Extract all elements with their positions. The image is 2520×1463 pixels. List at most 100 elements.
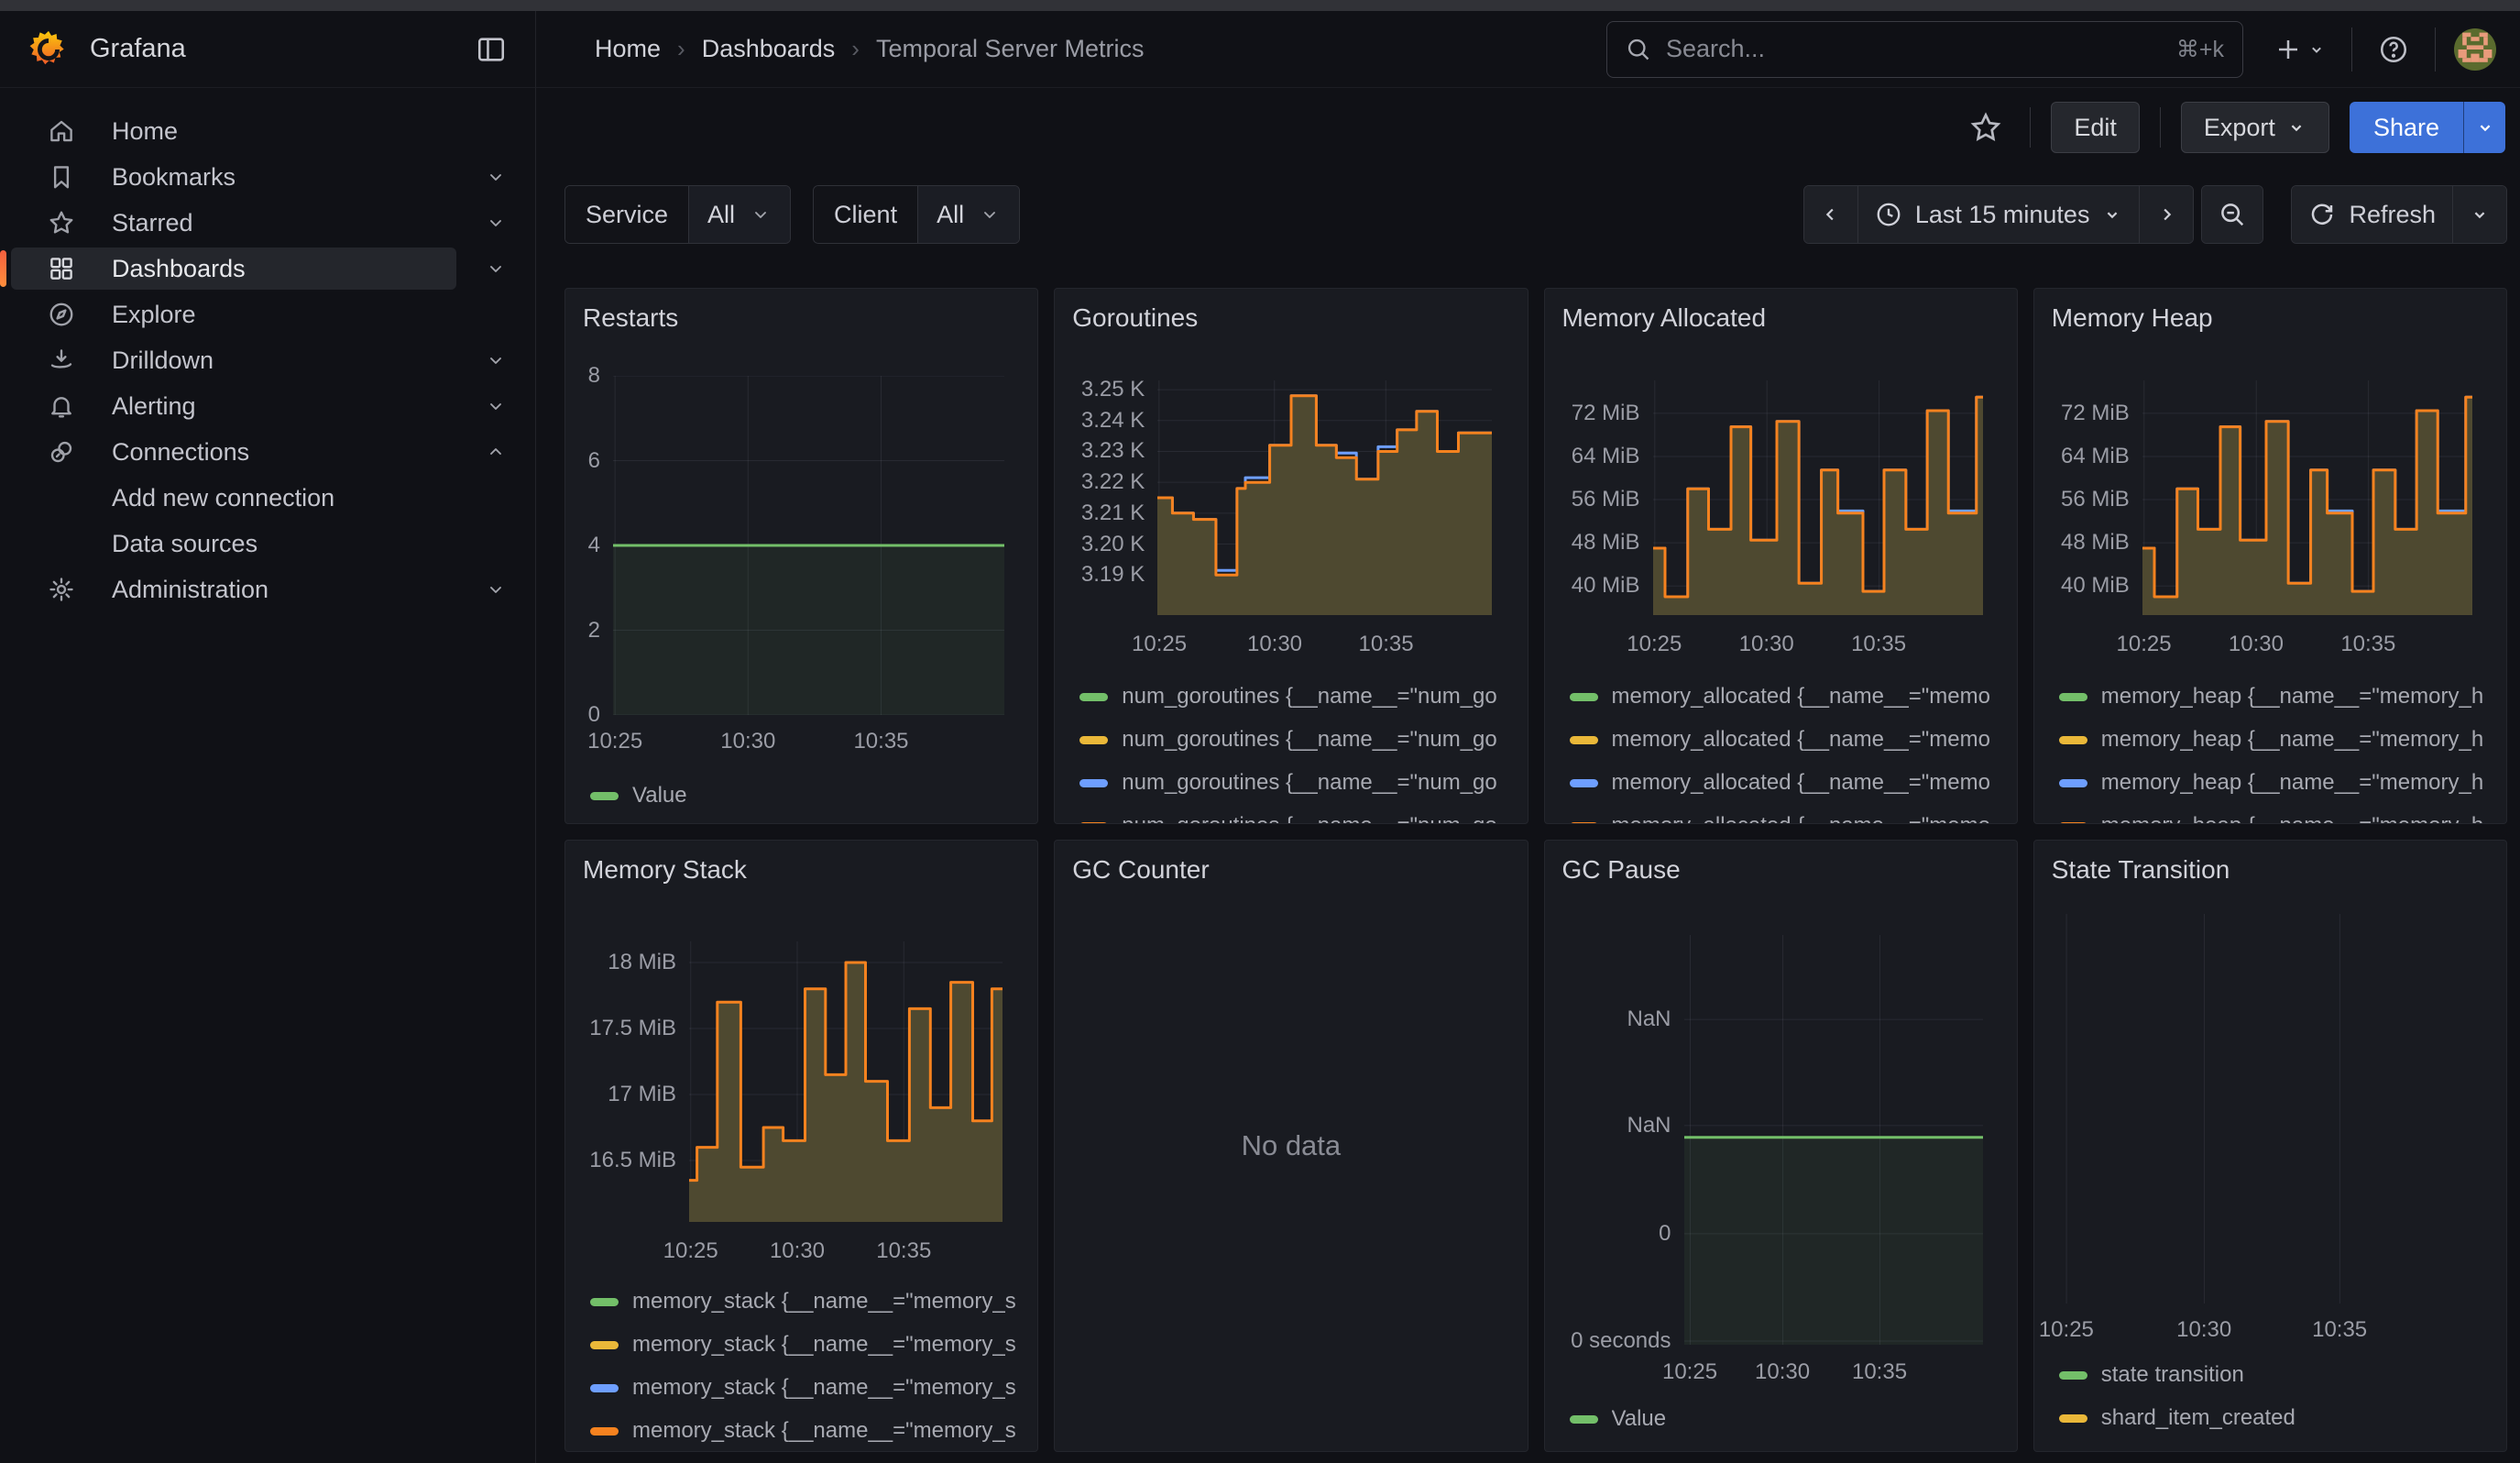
panel-title[interactable]: GC Pause: [1562, 855, 1681, 885]
legend-swatch: [590, 1341, 619, 1349]
legend-item[interactable]: shard_item_created: [2059, 1404, 2497, 1432]
dashboard-actions-row: Edit Export Share: [536, 88, 2520, 167]
apps-icon: [11, 255, 112, 282]
brand-name: Grafana: [90, 34, 471, 64]
breadcrumb-item[interactable]: Home: [595, 35, 661, 63]
export-button[interactable]: Export: [2181, 102, 2329, 153]
grafana-logo-icon[interactable]: [27, 28, 70, 71]
dock-sidebar-icon[interactable]: [471, 29, 511, 70]
add-new-button[interactable]: [2267, 26, 2333, 73]
panel-title[interactable]: Goroutines: [1072, 303, 1198, 333]
legend-label: memory_stack {__name__="memory_s: [632, 1332, 1016, 1358]
legend-swatch: [590, 792, 619, 800]
legend-label: memory_heap {__name__="memory_h: [2101, 727, 2483, 753]
legend-item[interactable]: num_goroutines {__name__="num_go: [1079, 726, 1517, 754]
x-axis-tick: 10:35: [853, 1238, 954, 1264]
sidebar-item-starred[interactable]: Starred: [11, 202, 456, 244]
sidebar-item-explore[interactable]: Explore: [11, 293, 456, 336]
legend-item[interactable]: memory_allocated {__name__="memo: [1570, 726, 2008, 754]
sidebar-item-drilldown[interactable]: Drilldown: [11, 339, 456, 381]
chart-canvas: [2142, 380, 2472, 615]
filter-value: All: [937, 201, 964, 229]
legend-item[interactable]: memory_heap {__name__="memory_h: [2059, 812, 2497, 824]
legend-item[interactable]: memory_allocated {__name__="memo: [1570, 769, 2008, 797]
bell-icon: [11, 392, 112, 420]
sidebar-item-label: Alerting: [112, 392, 196, 421]
panel-title[interactable]: Restarts: [583, 303, 678, 333]
share-button-group: Share: [2350, 102, 2505, 153]
y-axis-tick: 3.24 K: [1055, 409, 1145, 433]
legend-item[interactable]: memory_allocated {__name__="memo: [1570, 683, 2008, 710]
chevron-down-icon[interactable]: [456, 349, 535, 371]
filter-value-dropdown[interactable]: All: [689, 186, 790, 243]
sidebar-item-bookmarks[interactable]: Bookmarks: [11, 156, 456, 198]
sidebar-item-home[interactable]: Home: [11, 110, 456, 152]
legend-swatch: [2059, 1371, 2087, 1380]
chevron-down-icon[interactable]: [456, 258, 535, 280]
legend-item[interactable]: memory_stack {__name__="memory_s: [590, 1417, 1028, 1445]
chart-canvas: [689, 941, 1003, 1222]
edit-button[interactable]: Edit: [2051, 102, 2140, 153]
legend-item[interactable]: num_goroutines {__name__="num_go: [1079, 683, 1517, 710]
refresh-interval-chevron[interactable]: [2452, 186, 2506, 243]
legend-item[interactable]: memory_heap {__name__="memory_h: [2059, 683, 2497, 710]
legend-item[interactable]: memory_heap {__name__="memory_h: [2059, 726, 2497, 754]
zoom-out-button[interactable]: [2202, 186, 2263, 243]
panel-title[interactable]: Memory Heap: [2052, 303, 2213, 333]
sidebar-item-data-sources[interactable]: Data sources: [11, 522, 456, 565]
legend-item[interactable]: state transition: [2059, 1361, 2497, 1389]
sidebar-item-add-new-connection[interactable]: Add new connection: [11, 477, 456, 519]
sidebar-item-dashboards[interactable]: Dashboards: [11, 248, 456, 290]
panel-title[interactable]: Memory Allocated: [1562, 303, 1767, 333]
legend-item[interactable]: num_goroutines {__name__="num_go: [1079, 769, 1517, 797]
sidebar-item-label: Data sources: [112, 530, 257, 558]
legend-swatch: [590, 1298, 619, 1306]
user-avatar[interactable]: [2454, 28, 2496, 71]
x-axis-tick: 10:30: [2206, 632, 2306, 657]
time-forward-button[interactable]: [2139, 186, 2193, 243]
header-bar: Home›Dashboards›Temporal Server Metrics …: [536, 11, 2520, 88]
legend-item[interactable]: memory_stack {__name__="memory_s: [590, 1331, 1028, 1358]
star-icon: [11, 209, 112, 236]
y-axis-tick: 2: [565, 619, 600, 643]
y-axis-tick: NaN: [1545, 1007, 1671, 1031]
chevron-down-icon[interactable]: [456, 578, 535, 600]
x-axis-tick: 10:30: [697, 729, 798, 754]
chevron-down-icon[interactable]: [456, 395, 535, 417]
share-menu-chevron[interactable]: [2463, 102, 2505, 153]
share-button[interactable]: Share: [2350, 102, 2463, 153]
drilldown-icon: [11, 346, 112, 374]
panel-title[interactable]: Memory Stack: [583, 855, 747, 885]
legend-item[interactable]: memory_allocated {__name__="memo: [1570, 812, 2008, 824]
filter-value-dropdown[interactable]: All: [918, 186, 1019, 243]
actions-divider: [2160, 107, 2161, 148]
refresh-button[interactable]: Refresh: [2292, 186, 2452, 243]
search-icon: [1626, 37, 1651, 62]
panel-title[interactable]: State Transition: [2052, 855, 2230, 885]
help-button[interactable]: [2371, 26, 2416, 73]
legend-label: Value: [1612, 1406, 1667, 1432]
chevron-down-icon[interactable]: [456, 166, 535, 188]
favorite-star-icon[interactable]: [1962, 104, 2010, 151]
legend-item[interactable]: num_goroutines {__name__="num_go: [1079, 812, 1517, 824]
legend-item[interactable]: memory_heap {__name__="memory_h: [2059, 769, 2497, 797]
time-back-button[interactable]: [1804, 186, 1857, 243]
sidebar-item-connections[interactable]: Connections: [11, 431, 456, 473]
legend-item[interactable]: Value: [1570, 1405, 2008, 1433]
chart-canvas: [1653, 380, 1983, 615]
chevron-up-icon[interactable]: [456, 441, 535, 463]
sidebar-item-alerting[interactable]: Alerting: [11, 385, 456, 427]
breadcrumb-item[interactable]: Dashboards: [702, 35, 836, 63]
y-axis-tick: 4: [565, 534, 600, 557]
legend-item[interactable]: Value: [590, 782, 1028, 809]
sidebar-item-administration[interactable]: Administration: [11, 568, 456, 610]
time-range-picker[interactable]: Last 15 minutes: [1857, 186, 2140, 243]
legend-item[interactable]: memory_stack {__name__="memory_s: [590, 1374, 1028, 1402]
search-box[interactable]: ⌘+k: [1606, 21, 2243, 78]
legend-item[interactable]: memory_stack {__name__="memory_s: [590, 1288, 1028, 1315]
actions-divider: [2030, 107, 2031, 148]
search-input[interactable]: [1666, 35, 2162, 63]
legend-label: memory_stack {__name__="memory_s: [632, 1418, 1016, 1444]
chevron-down-icon: [750, 204, 772, 226]
chevron-down-icon[interactable]: [456, 212, 535, 234]
